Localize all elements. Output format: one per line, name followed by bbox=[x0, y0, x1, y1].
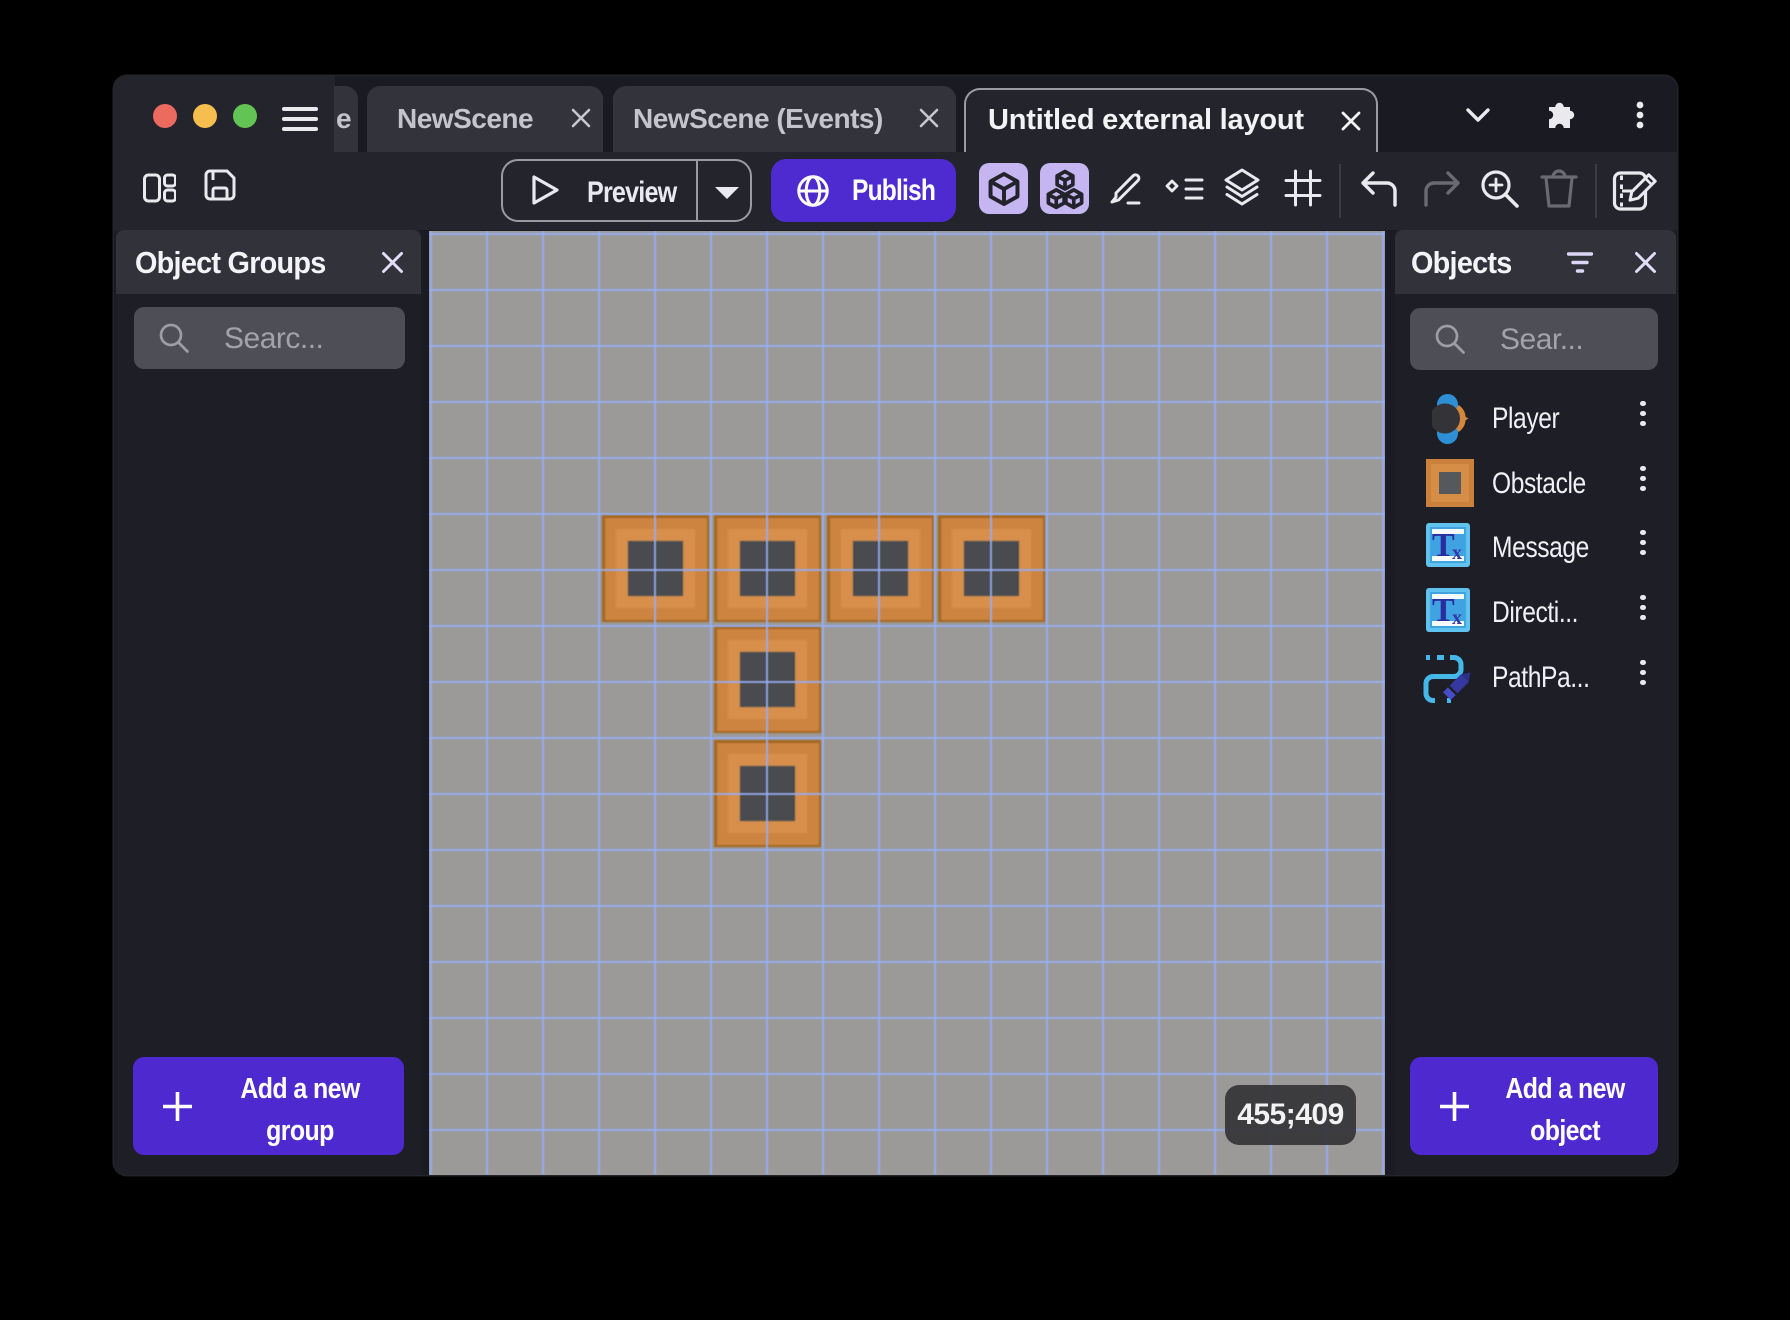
svg-text:x: x bbox=[1452, 542, 1462, 564]
svg-text:x: x bbox=[1452, 607, 1462, 629]
